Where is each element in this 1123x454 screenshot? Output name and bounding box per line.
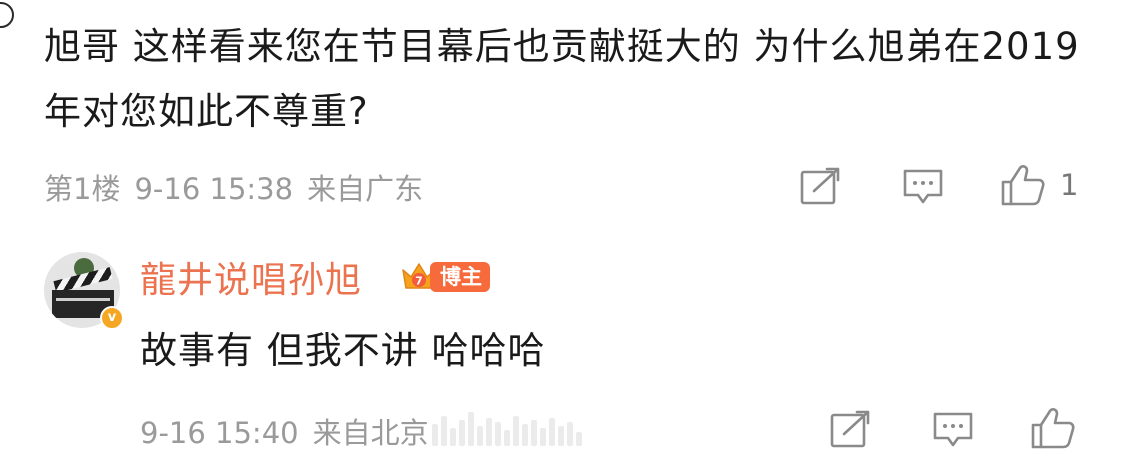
share-icon: [830, 410, 870, 448]
reply-like-button[interactable]: [1030, 407, 1076, 449]
reply-location: 来自北京: [312, 416, 429, 450]
blogger-badge: 博主: [430, 262, 490, 292]
reply-comment-button[interactable]: [932, 411, 974, 449]
verified-badge-icon: v: [100, 306, 124, 330]
share-icon: [800, 167, 840, 205]
commenter-avatar[interactable]: [0, 2, 14, 28]
crown-level: 7: [415, 275, 423, 288]
reply-text: 故事有 但我不讲 哈哈哈: [140, 329, 546, 372]
like-button[interactable]: 1: [1000, 164, 1078, 206]
thumbs-up-icon: [1031, 408, 1075, 449]
comment-location: 来自广东: [307, 172, 424, 206]
reply-author-name[interactable]: 龍井说唱孙旭: [140, 251, 362, 303]
comment-icon: [933, 412, 973, 447]
comment-icon: [903, 169, 943, 204]
comment-time: 9-16 15:38: [134, 172, 294, 206]
comment-text: 旭哥 这样看来您在节目幕后也贡献挺大的 为什么旭弟在2019年对您如此不尊重?: [44, 25, 1080, 133]
thumbs-up-icon: [1001, 165, 1045, 206]
comment-meta: 第1楼 9-16 15:38 来自广东: [44, 166, 437, 208]
reply-time: 9-16 15:40: [140, 416, 299, 450]
watermark: [432, 408, 682, 446]
reply-meta: 9-16 15:40 来自北京: [140, 410, 443, 452]
like-count: 1: [1060, 168, 1079, 202]
comment-button[interactable]: [902, 168, 944, 206]
comment-floor: 第1楼: [44, 172, 121, 206]
reply-share-button[interactable]: [830, 410, 872, 448]
share-button[interactable]: [800, 167, 842, 205]
